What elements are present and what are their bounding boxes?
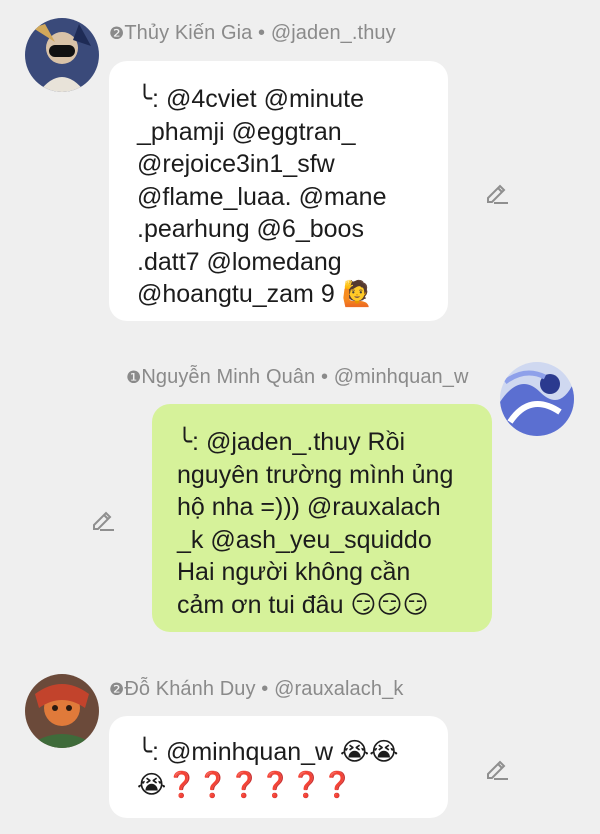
message-line: cảm ơn tui đâu 😏😏😏 [177,590,429,619]
message-line: @flame_luaa. @mane [137,182,387,211]
message-line: @hoangtu_zam 9 🙋 [137,280,373,308]
message-bubble[interactable]: ╰: @jaden_.thuy Rồi nguyên trường mình ủ… [152,404,492,632]
message-line: ╰: @minhquan_w 😭😭 [137,738,399,766]
author-name[interactable]: Đỗ Khánh Duy [124,678,255,700]
separator: • [261,678,269,700]
message-header: ❷Thủy Kiến Gia • @jaden_.thuy [109,22,396,45]
message-line: _k @ash_yeu_squiddo [177,525,432,554]
pencil-edit-icon[interactable] [90,506,116,532]
message-line: ╰: @4cviet @minute [137,85,364,113]
message-line: nguyên trường mình ủng [177,460,454,489]
message-line: hộ nha =))) @rauxalach [177,493,441,521]
message-line: .pearhung @6_boos [137,215,364,243]
message-line: ╰: @jaden_.thuy Rồi [177,428,406,456]
avatar[interactable] [25,18,99,92]
avatar[interactable] [25,674,99,748]
message-header: ❷Đỗ Khánh Duy • @rauxalach_k [109,678,403,701]
author-handle[interactable]: @rauxalach_k [274,678,403,700]
message-bubble[interactable]: ╰: @minhquan_w 😭😭 😭❓❓❓❓❓❓ [109,716,448,818]
rank-badge: ❷ [109,24,125,43]
message-header: ❶Nguyễn Minh Quân • @minhquan_w [126,366,469,389]
message-line: .datt7 @lomedang [137,247,342,276]
pencil-edit-icon[interactable] [484,755,510,781]
message-line: 😭❓❓❓❓❓❓ [137,770,353,799]
message-line: _phamji @eggtran_ [137,117,356,146]
author-handle[interactable]: @minhquan_w [334,366,469,388]
avatar[interactable] [500,362,574,436]
author-name[interactable]: Thủy Kiến Gia [124,22,252,44]
rank-badge: ❶ [126,368,142,387]
author-handle[interactable]: @jaden_.thuy [271,22,396,44]
pencil-edit-icon[interactable] [484,179,510,205]
author-name[interactable]: Nguyễn Minh Quân [141,366,315,388]
message-line: @rejoice3in1_sfw [137,150,335,178]
separator: • [258,22,266,44]
message-line: Hai người không cần [177,558,411,586]
message-bubble[interactable]: ╰: @4cviet @minute _phamji @eggtran_ @re… [109,61,448,321]
rank-badge: ❷ [109,680,125,699]
separator: • [320,366,329,388]
